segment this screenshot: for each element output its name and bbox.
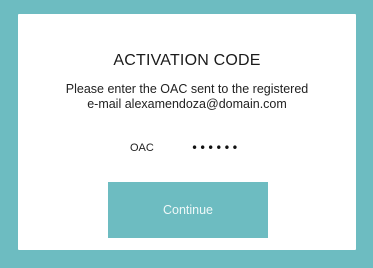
dialog-title: ACTIVATION CODE bbox=[113, 52, 261, 69]
continue-button[interactable]: Continue bbox=[108, 182, 268, 238]
instruction-line-2: e-mail alexamendoza@domain.com bbox=[87, 97, 287, 111]
oac-field-row: OAC bbox=[18, 139, 356, 160]
oac-input[interactable] bbox=[191, 139, 271, 157]
activation-card: ACTIVATION CODE Please enter the OAC sen… bbox=[18, 14, 356, 250]
instruction-text: Please enter the OAC sent to the registe… bbox=[18, 82, 356, 112]
instruction-line-1: Please enter the OAC sent to the registe… bbox=[65, 82, 309, 96]
oac-label: OAC bbox=[130, 142, 154, 154]
